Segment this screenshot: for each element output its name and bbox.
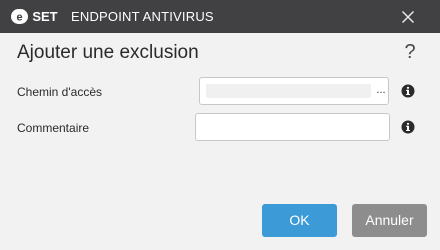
close-icon (401, 10, 415, 24)
path-field: ... (199, 77, 389, 105)
path-input[interactable] (206, 84, 371, 98)
dialog-title: Ajouter une exclusion (17, 42, 199, 63)
logo-text: SET (32, 9, 57, 24)
browse-button[interactable]: ... (375, 83, 387, 99)
title-bar: e SET ENDPOINT ANTIVIRUS (0, 0, 440, 33)
eset-logo: e SET (11, 9, 58, 24)
dialog-window: e SET ENDPOINT ANTIVIRUS Ajouter une exc… (0, 0, 440, 250)
svg-text:e: e (16, 12, 22, 24)
info-icon[interactable] (401, 120, 415, 134)
info-icon[interactable] (401, 84, 415, 98)
cancel-button[interactable]: Annuler (352, 204, 427, 237)
close-button[interactable] (396, 6, 420, 28)
help-button[interactable]: ? (403, 40, 417, 64)
path-label: Chemin d'accès (17, 85, 102, 99)
ok-button[interactable]: OK (262, 204, 337, 237)
comment-input[interactable] (195, 113, 390, 141)
app-title: ENDPOINT ANTIVIRUS (71, 9, 214, 24)
comment-label: Commentaire (17, 121, 90, 135)
